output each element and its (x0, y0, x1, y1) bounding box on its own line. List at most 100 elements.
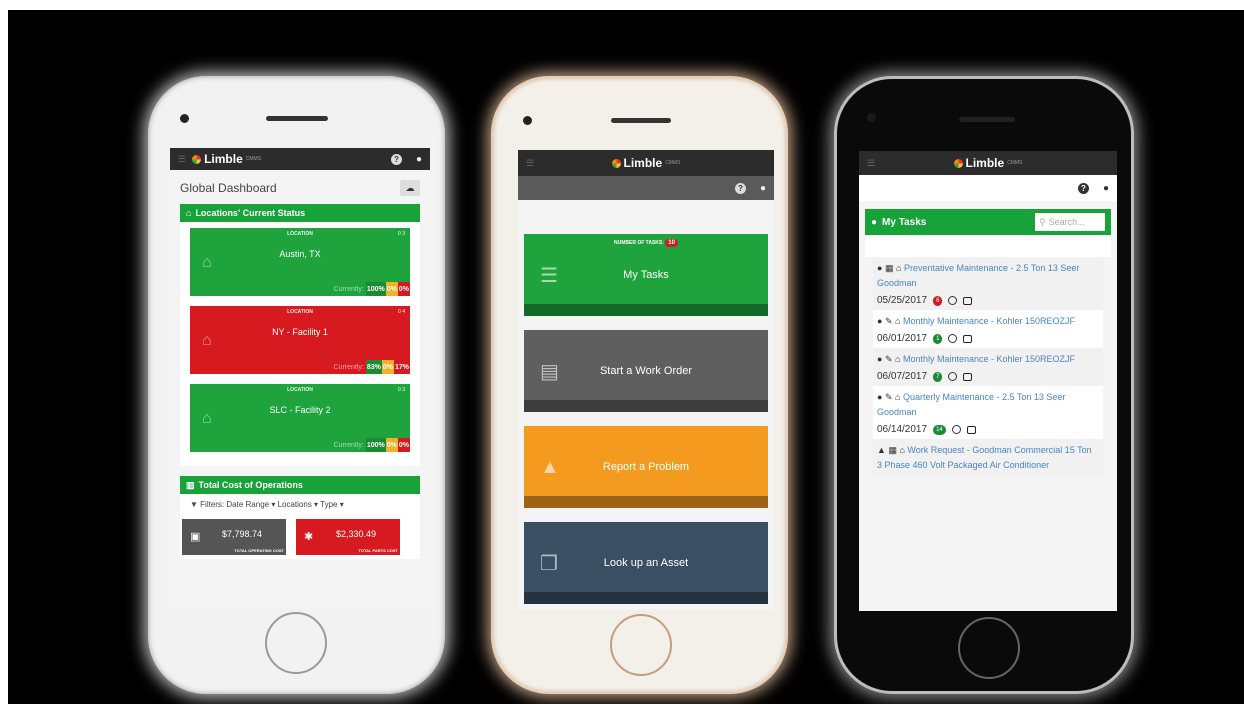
menu-icon[interactable]: ☰ (867, 158, 875, 169)
task-title[interactable]: Monthly Maintenance - Kohler 150REOZJF (903, 316, 1075, 326)
warning-icon: ▲ (540, 455, 560, 478)
home-icon: ⌂ (186, 208, 192, 218)
task-count-badge: 10 (665, 239, 678, 247)
location-stat: 0 4 (398, 309, 405, 315)
work-order-icon: ▤ (540, 360, 559, 383)
home-icon: ⌂ (895, 263, 902, 273)
cubes-icon: ❒ (540, 552, 558, 575)
location-label: LOCATION (287, 231, 313, 237)
info-icon: ● (871, 216, 878, 228)
locations-panel: LOCATION 0 3 ⌂ Austin, TX Currently: 100… (180, 222, 420, 466)
status-segment-yellow: 0% (381, 360, 394, 374)
wrench-icon: ✎ (884, 354, 893, 364)
comment-icon[interactable] (963, 372, 973, 381)
task-title[interactable]: Monthly Maintenance - Kohler 150REOZJF (903, 354, 1075, 364)
button-strip (524, 304, 768, 316)
filters-label: Filters: (200, 500, 225, 509)
home-button[interactable] (958, 617, 1020, 679)
comment-icon[interactable] (963, 334, 973, 343)
comment-icon[interactable] (966, 425, 976, 434)
logo-text: Limble (204, 152, 243, 166)
menu-icon[interactable]: ☰ (178, 154, 186, 165)
locations-label: Locations (277, 500, 312, 509)
list-icon: ☰ (540, 264, 558, 287)
help-icon[interactable]: ? (734, 182, 746, 194)
help-icon[interactable]: ? (1077, 182, 1089, 194)
home-button[interactable] (265, 612, 327, 674)
button-strip (524, 400, 768, 412)
task-title[interactable]: Quarterly Maintenance - 2.5 Ton 13 Seer … (877, 392, 1065, 417)
task-date: 06/07/2017 (877, 371, 928, 382)
task-count-label: NUMBER OF TASKS: (614, 240, 664, 246)
bar-chart-icon: ▥ (186, 479, 195, 490)
home-icon: ⌂ (899, 445, 905, 455)
task-item[interactable]: ● ✎ ⌂ Quarterly Maintenance - 2.5 Ton 13… (873, 386, 1103, 439)
cost-panel-header: ▥ Total Cost of Operations (180, 476, 420, 494)
speaker (266, 116, 328, 121)
task-item[interactable]: ● ▦ ⌂ Preventative Maintenance - 2.5 Ton… (873, 257, 1103, 310)
home-icon: ⌂ (895, 392, 901, 402)
status-segment-red: 17% (393, 360, 410, 374)
task-item[interactable]: ● ✎ ⌂ Monthly Maintenance - Kohler 150RE… (873, 348, 1103, 386)
help-icon[interactable]: ? (390, 153, 402, 165)
location-status-bar: Currently: 100% 0% 0% (333, 438, 410, 452)
gear-icon: ✱ (304, 531, 314, 543)
navbar: ☰ Limble CMMS ? ● (170, 148, 430, 170)
menu-icon[interactable]: ☰ (526, 158, 534, 169)
navbar: ☰ Limble CMMS (859, 151, 1117, 175)
home-button[interactable] (610, 614, 672, 676)
user-icon[interactable]: ● (416, 154, 422, 165)
my-tasks-header: ● My Tasks ⚲ Search... (865, 209, 1111, 235)
status-segment-green: 100% (365, 282, 386, 296)
type-dropdown[interactable]: Type ▾ (320, 500, 344, 509)
location-card[interactable]: LOCATION 0 3 ⌂ Austin, TX Currently: 100… (190, 228, 410, 296)
logo-sub: CMMS (1007, 160, 1023, 166)
report-problem-button[interactable]: ▲ Report a Problem (524, 426, 768, 508)
cloud-download-button[interactable]: ☁ (400, 180, 420, 196)
my-tasks-button[interactable]: NUMBER OF TASKS: 10 ☰ My Tasks (524, 234, 768, 316)
cost-amount: $7,798.74 (222, 529, 263, 539)
filter-icon: ▼ (190, 500, 198, 509)
task-date: 06/14/2017 (877, 424, 928, 435)
task-date-row: 06/14/2017 14 (877, 422, 1099, 437)
search-input[interactable]: ⚲ Search... (1035, 213, 1105, 231)
locations-panel-header: ⌂ Locations' Current Status (180, 204, 420, 222)
currently-label: Currently: (333, 285, 364, 293)
button-strip (524, 496, 768, 508)
task-title[interactable]: Work Request - Goodman Commercial 15 Ton… (877, 445, 1092, 470)
task-date-row: 05/25/2017 6 (877, 293, 1099, 308)
location-status-bar: Currently: 83% 0% 17% (334, 360, 410, 374)
task-title[interactable]: Preventative Maintenance - 2.5 Ton 13 Se… (877, 263, 1079, 288)
location-name: Austin, TX (279, 249, 321, 259)
user-icon[interactable]: ● (760, 183, 766, 194)
lookup-asset-button[interactable]: ❒ Look up an Asset (524, 522, 768, 604)
task-item[interactable]: ● ✎ ⌂ Monthly Maintenance - Kohler 150RE… (873, 310, 1103, 348)
parts-cost-card[interactable]: ✱ $2,330.49 TOTAL PARTS COST (296, 519, 400, 555)
button-label: Look up an Asset (603, 557, 689, 569)
cost-header-text: Total Cost of Operations (198, 480, 303, 490)
clock-icon[interactable] (951, 425, 961, 434)
start-work-order-button[interactable]: ▤ Start a Work Order (524, 330, 768, 412)
home-icon: ⌂ (895, 316, 901, 326)
task-item[interactable]: ▲ ▦ ⌂ Work Request - Goodman Commercial … (873, 439, 1103, 475)
operating-cost-card[interactable]: ▣ $7,798.74 TOTAL OPERATING COST (182, 519, 286, 555)
comment-icon[interactable] (963, 296, 973, 305)
location-card[interactable]: LOCATION 0 3 ⌂ SLC - Facility 2 Currentl… (190, 384, 410, 452)
clock-icon[interactable] (948, 296, 958, 305)
location-name: SLC - Facility 2 (269, 405, 331, 415)
days-badge: 1 (933, 333, 943, 344)
currently-label: Currently: (333, 441, 364, 449)
task-date-row: 06/01/2017 1 (877, 331, 1099, 346)
clock-icon[interactable] (948, 372, 958, 381)
wrench-icon: ✎ (884, 392, 893, 402)
clock-icon[interactable] (948, 334, 958, 343)
location-card[interactable]: LOCATION 0 4 ⌂ NY - Facility 1 Currently… (190, 306, 410, 374)
user-icon[interactable]: ● (1103, 183, 1109, 194)
logo-icon (953, 158, 963, 168)
search-icon: ⚲ (1039, 216, 1046, 227)
calendar-icon: ▦ (888, 445, 897, 455)
wrench-icon: ✎ (884, 316, 893, 326)
locations-dropdown[interactable]: Locations ▾ (278, 500, 319, 509)
background: ☰ Limble CMMS ? ● Global Dashboard ☁ ⌂ Lo… (8, 10, 1244, 704)
date-range-dropdown[interactable]: Date Range ▾ (226, 500, 275, 509)
